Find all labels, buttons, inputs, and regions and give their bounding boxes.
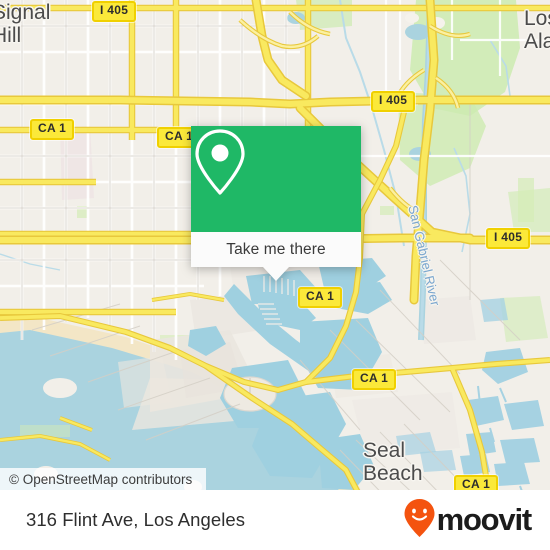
popup-pin-panel xyxy=(191,126,361,232)
bottom-bar: 316 Flint Ave, Los Angeles moovit xyxy=(0,490,550,550)
location-popup[interactable]: Take me there xyxy=(191,126,361,281)
address-label: 316 Flint Ave, Los Angeles xyxy=(26,509,245,530)
moovit-logo[interactable]: moovit xyxy=(403,498,533,543)
highway-shield-i405[interactable]: I 405 xyxy=(371,91,416,112)
map-canvas[interactable]: Signal Hill Los Alami Seal Beach San Gab… xyxy=(0,0,550,550)
take-me-there-button[interactable]: Take me there xyxy=(191,232,361,281)
moovit-pin-icon xyxy=(403,498,436,543)
highway-shield-i405[interactable]: I 405 xyxy=(92,1,137,22)
popup-tail xyxy=(263,267,289,281)
highway-shield-ca1[interactable]: CA 1 xyxy=(30,119,75,140)
map-screenshot: Signal Hill Los Alami Seal Beach San Gab… xyxy=(0,0,550,550)
highway-shield-ca1[interactable]: CA 1 xyxy=(352,369,397,390)
moovit-wordmark: moovit xyxy=(436,502,533,537)
highway-shield-ca1[interactable]: CA 1 xyxy=(298,287,343,308)
osm-attribution[interactable]: © OpenStreetMap contributors xyxy=(0,468,207,492)
highway-shield-i405[interactable]: I 405 xyxy=(486,228,531,249)
take-me-there-label: Take me there xyxy=(226,240,326,258)
